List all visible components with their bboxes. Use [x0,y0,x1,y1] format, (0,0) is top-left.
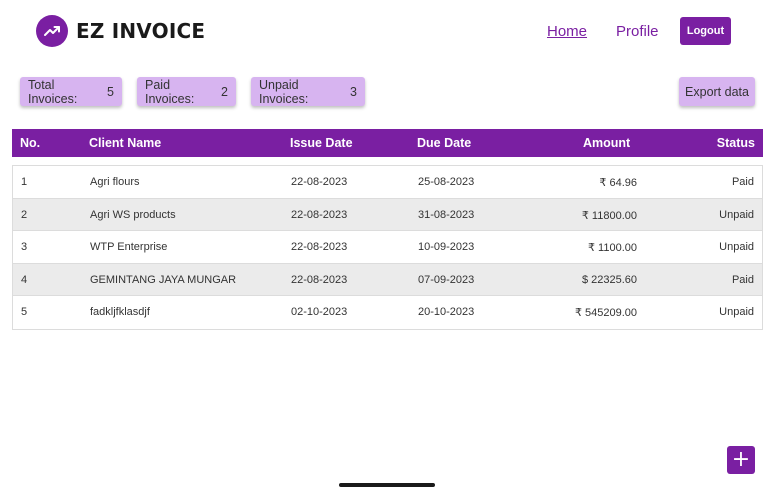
export-data-button[interactable]: Export data [679,77,755,106]
cell-no: 2 [21,208,28,221]
cell-client-name: WTP Enterprise [90,241,168,254]
app-logo[interactable]: EZ INVOICE [36,15,205,47]
total-invoices-label: Total Invoices: [28,77,78,106]
header-due-date[interactable]: Due Date [417,136,471,150]
table-row[interactable]: 5 fadkljfklasdjf 02-10-2023 20-10-2023 ₹… [13,296,762,329]
header-client-name[interactable]: Client Name [89,136,161,150]
table-row[interactable]: 4 GEMINTANG JAYA MUNGAR 22-08-2023 07-09… [13,263,762,297]
paid-invoices-label: Paid Invoices: [145,77,195,106]
header-status[interactable]: Status [717,136,755,150]
plus-icon: + [731,447,751,472]
cell-status: Unpaid [719,208,754,221]
cell-status: Unpaid [719,306,754,319]
app-header: EZ INVOICE Home Profile Logout [0,0,772,62]
cell-issue-date: 02-10-2023 [291,306,348,319]
header-issue-date[interactable]: Issue Date [290,136,353,150]
cell-issue-date: 22-08-2023 [291,208,348,221]
table-header: No. Client Name Issue Date Due Date Amou… [12,129,763,157]
unpaid-invoices-label: Unpaid Invoices: [259,77,309,106]
cell-status: Unpaid [719,241,754,254]
cell-status: Paid [731,176,754,188]
cell-due-date: 31-08-2023 [418,208,475,221]
cell-no: 3 [21,241,28,254]
cell-issue-date: 22-08-2023 [291,241,348,254]
nav-home-link[interactable]: Home [547,23,587,40]
cell-client-name: GEMINTANG JAYA MUNGAR [90,273,237,286]
cell-issue-date: 22-08-2023 [291,273,348,286]
cell-due-date: 20-10-2023 [418,306,475,319]
cell-no: 1 [21,176,28,188]
app-title: EZ INVOICE [76,19,206,43]
logout-button[interactable]: Logout [680,17,731,45]
cell-no: 5 [21,306,28,319]
cell-due-date: 07-09-2023 [418,273,475,286]
cell-amount: ₹ 545209.00 [574,307,637,320]
header-no[interactable]: No. [20,136,40,150]
cell-due-date: 10-09-2023 [418,241,475,254]
table-row[interactable]: 2 Agri WS products 22-08-2023 31-08-2023… [13,198,762,232]
unpaid-invoices-badge: Unpaid Invoices: 3 [251,77,365,106]
table-body: 1 Agri flours 22-08-2023 25-08-2023 ₹ 64… [12,165,763,330]
cell-amount: ₹ 11800.00 [581,209,637,222]
add-invoice-button[interactable]: + [727,446,755,474]
cell-amount: ₹ 64.96 [599,177,637,189]
cell-amount: ₹ 1100.00 [587,242,637,255]
table-row[interactable]: 1 Agri flours 22-08-2023 25-08-2023 ₹ 64… [13,166,762,199]
cell-client-name: fadkljfklasdjf [90,306,150,319]
table-row[interactable]: 3 WTP Enterprise 22-08-2023 10-09-2023 ₹… [13,231,762,264]
cell-client-name: Agri WS products [90,208,176,221]
header-amount[interactable]: Amount [583,136,630,150]
paid-invoices-badge: Paid Invoices: 2 [137,77,236,106]
cell-amount: $ 22325.60 [581,273,637,286]
cell-due-date: 25-08-2023 [418,176,475,188]
nav-profile-link[interactable]: Profile [616,23,659,40]
total-invoices-badge: Total Invoices: 5 [20,77,122,106]
unpaid-invoices-count: 3 [350,84,357,99]
cell-no: 4 [21,273,28,286]
cell-status: Paid [731,273,754,286]
invoice-table: No. Client Name Issue Date Due Date Amou… [12,129,763,330]
cell-issue-date: 22-08-2023 [291,176,348,188]
total-invoices-count: 5 [107,84,114,99]
trending-up-icon [36,15,68,47]
paid-invoices-count: 2 [221,84,228,99]
home-indicator [339,483,435,487]
cell-client-name: Agri flours [90,176,140,188]
